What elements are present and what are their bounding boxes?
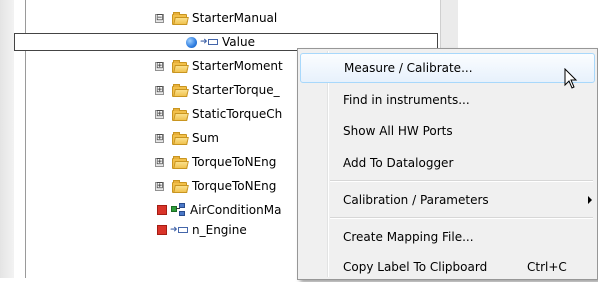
tree-item-label: Sum (192, 131, 219, 145)
tree-item-label: TorqueToNEng (192, 179, 277, 193)
menu-item-create-mapping-file[interactable]: Create Mapping File... (300, 222, 595, 252)
tree-item-torquetoneng-2[interactable]: ⊞ TorqueToNEng (155, 176, 276, 196)
menu-item-label: Calibration / Parameters (343, 193, 489, 207)
tree-item-label: StaticTorqueCh (192, 107, 283, 121)
signal-dot-icon (186, 36, 197, 48)
menu-separator-shadow (330, 181, 593, 182)
tree-item-label: Value (222, 35, 255, 49)
tree-item-startermoment[interactable]: ⊞ StarterMoment (155, 56, 283, 76)
tree-item-label: TorqueToNEng (192, 155, 277, 169)
tree-item-n-engine[interactable]: ➜ n_Engine (157, 220, 247, 240)
tree-item-label: StarterMoment (192, 59, 283, 73)
menu-item-calibration-parameters[interactable]: Calibration / Parameters (300, 185, 595, 215)
tree-item-startertorque[interactable]: ⊞ StarterTorque_ (155, 80, 280, 100)
subsystem-icon (170, 202, 186, 218)
folder-icon (172, 179, 189, 193)
submenu-arrow-icon (588, 196, 592, 204)
tree-item-airconditionma[interactable]: AirConditionMa (157, 200, 281, 220)
tree-item-label: n_Engine (192, 223, 247, 237)
collapse-icon[interactable]: ⊟ (155, 13, 164, 23)
tree-item-label: StarterTorque_ (192, 83, 280, 97)
menu-item-label: Measure / Calibrate... (344, 61, 473, 75)
menu-item-label: Show All HW Ports (343, 124, 453, 138)
menu-item-label: Add To Datalogger (343, 156, 454, 170)
folder-icon (172, 155, 189, 169)
menu-item-label: Find in instruments... (343, 93, 470, 107)
menu-item-measure-calibrate[interactable]: Measure / Calibrate... (300, 53, 595, 83)
status-red-icon (157, 225, 167, 235)
context-menu: Measure / Calibrate... Find in instrumen… (297, 48, 598, 280)
menu-separator-shadow (330, 218, 593, 219)
expand-icon[interactable]: ⊞ (155, 181, 164, 191)
expand-icon[interactable]: ⊞ (155, 85, 164, 95)
menu-item-find-in-instruments[interactable]: Find in instruments... (300, 85, 595, 115)
menu-item-show-all-hw-ports[interactable]: Show All HW Ports (300, 116, 595, 146)
folder-icon (172, 131, 189, 145)
expand-icon[interactable]: ⊞ (155, 61, 164, 71)
tree-item-sum[interactable]: ⊞ Sum (155, 128, 219, 148)
tree-item-startermanual[interactable]: ⊟ StarterManual (155, 8, 277, 28)
expand-icon[interactable]: ⊞ (155, 157, 164, 167)
port-icon: ➜ (200, 37, 219, 47)
folder-icon (172, 83, 189, 97)
folder-icon (172, 107, 189, 121)
menu-item-shortcut: Ctrl+C (527, 260, 567, 274)
expand-icon[interactable]: ⊞ (155, 133, 164, 143)
tree-item-statictorquech[interactable]: ⊞ StaticTorqueCh (155, 104, 282, 124)
menu-item-label: Create Mapping File... (343, 230, 474, 244)
folder-icon (172, 11, 189, 25)
menu-item-label: Copy Label To Clipboard (343, 260, 488, 274)
status-red-icon (157, 205, 167, 215)
left-panel-edge (0, 0, 14, 278)
port-icon: ➜ (170, 225, 189, 235)
tree-item-value[interactable]: ➜ Value (186, 32, 255, 52)
menu-item-add-to-datalogger[interactable]: Add To Datalogger (300, 148, 595, 178)
tree-item-torquetoneng-1[interactable]: ⊞ TorqueToNEng (155, 152, 276, 172)
tree-item-label: AirConditionMa (190, 203, 282, 217)
mouse-cursor-icon (564, 68, 578, 89)
expand-icon[interactable]: ⊞ (155, 109, 164, 119)
folder-icon (172, 59, 189, 73)
tree-item-label: StarterManual (192, 11, 278, 25)
